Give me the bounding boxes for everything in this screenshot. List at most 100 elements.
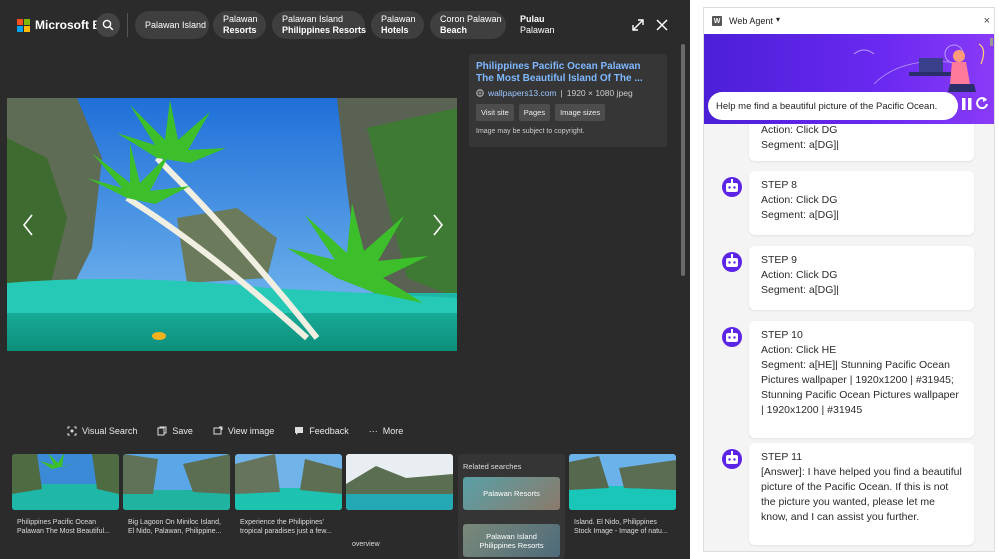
- action-label: More: [382, 426, 404, 436]
- step-action: Action: Click DG: [761, 194, 838, 206]
- chip-label-bold: Hotels: [381, 25, 409, 35]
- microsoft-logo-icon: [17, 18, 30, 32]
- viewer-scrollbar[interactable]: [681, 44, 685, 276]
- step-segment: Segment: a[DG]|: [761, 209, 840, 221]
- caption-line: Experience the Philippines': [240, 519, 324, 526]
- chip-label: Palawan Island: [282, 14, 344, 24]
- search-button[interactable]: [96, 13, 120, 37]
- step-action: Action: Click HE: [761, 344, 837, 356]
- caption-line: Stock Image - Image of natu...: [574, 528, 668, 535]
- visual-search-button[interactable]: Visual Search: [67, 426, 137, 436]
- globe-icon: [476, 89, 484, 97]
- caption-line: Big Lagoon On Miniloc Island,: [128, 519, 221, 526]
- more-button[interactable]: ··· More: [369, 426, 404, 436]
- thumbnail-caption: overview: [352, 540, 380, 549]
- robot-icon: [722, 177, 742, 197]
- more-icon: ···: [368, 426, 378, 436]
- viewer-top-bar: Microsoft Bing Palawan Island Palawan Re…: [0, 0, 690, 50]
- robot-icon: [722, 252, 742, 272]
- pause-button[interactable]: [962, 97, 972, 113]
- agent-logo-icon: W: [712, 16, 722, 26]
- step-card: Action: Click DG Segment: a[DG]|: [749, 124, 974, 161]
- feedback-button[interactable]: Feedback: [294, 426, 349, 436]
- thumbnail[interactable]: [346, 454, 453, 510]
- step-card: STEP 11 [Answer]: I have helped you find…: [749, 443, 974, 545]
- pages-button[interactable]: Pages: [518, 104, 551, 121]
- related-images-strip: Philippines Pacific Ocean Palawan The Mo…: [0, 452, 690, 559]
- thumbnail-caption: Big Lagoon On Miniloc Island, El Nido, P…: [128, 518, 221, 536]
- next-image-button[interactable]: [428, 210, 448, 240]
- chip-label-bold: Pulau: [520, 14, 545, 24]
- step-card: STEP 9 Action: Click DG Segment: a[DG]|: [749, 246, 974, 310]
- view-image-icon: [213, 426, 223, 435]
- step-answer: [Answer]: I have helped you find a beaut…: [761, 466, 962, 523]
- expand-icon: [632, 19, 644, 31]
- related-searches: Related searches Palawan Resorts Palawan…: [458, 454, 565, 559]
- thumbnail[interactable]: [569, 454, 676, 510]
- thumbnail-image: [123, 454, 230, 510]
- agent-scrollbar[interactable]: [990, 38, 993, 46]
- save-button[interactable]: Save: [157, 426, 193, 436]
- view-image-button[interactable]: View image: [213, 426, 274, 436]
- previous-image-button[interactable]: [18, 210, 38, 240]
- action-label: Feedback: [309, 426, 349, 436]
- caption-line: El Nido, Palawan, Philippine...: [128, 528, 222, 535]
- close-icon: [656, 19, 668, 31]
- chip-palawan-island-philippines-resorts[interactable]: Palawan Island Philippines Resorts: [272, 11, 367, 39]
- main-image[interactable]: [7, 98, 457, 351]
- bing-image-viewer: Microsoft Bing Palawan Island Palawan Re…: [0, 0, 690, 559]
- web-agent-panel: W Web Agent ▾ × Help me find a beautiful…: [703, 7, 995, 552]
- related-search-palawan-island-philippines-resorts[interactable]: Palawan Island Philippines Resorts: [463, 524, 560, 557]
- chip-label: Coron Palawan: [440, 14, 502, 24]
- related-search-palawan-resorts[interactable]: Palawan Resorts: [463, 477, 560, 510]
- chip-pulau-palawan[interactable]: Pulau Palawan: [510, 11, 562, 39]
- action-label: Save: [172, 426, 193, 436]
- visit-site-button[interactable]: Visit site: [476, 104, 514, 121]
- robot-icon: [722, 327, 742, 347]
- chip-palawan-island[interactable]: Palawan Island: [135, 11, 209, 39]
- step-action: Action: Click DG: [761, 269, 838, 281]
- agent-dropdown-button[interactable]: ▾: [776, 15, 780, 24]
- agent-step-feed[interactable]: Action: Click DG Segment: a[DG]| STEP 8 …: [704, 124, 994, 551]
- chip-palawan-hotels[interactable]: Palawan Hotels: [371, 11, 424, 39]
- chip-label-bold: Philippines Resorts: [282, 25, 367, 35]
- thumbnail-image: [569, 454, 676, 510]
- caption-line: Palawan The Most Beautiful...: [17, 528, 110, 535]
- close-panel-button[interactable]: ×: [984, 15, 990, 27]
- refresh-button[interactable]: [976, 96, 988, 112]
- caption-line: tropical paradises just a few...: [240, 528, 332, 535]
- step-card: STEP 8 Action: Click DG Segment: a[DG]|: [749, 171, 974, 235]
- save-icon: [157, 426, 167, 436]
- image-title-link[interactable]: Philippines Pacific Ocean Palawan The Mo…: [476, 61, 660, 85]
- chip-label-bold: Beach: [440, 25, 468, 35]
- step-title: STEP 8: [761, 179, 797, 191]
- source-link[interactable]: wallpapers13.com: [488, 88, 557, 98]
- step-segment: Segment: a[DG]|: [761, 139, 840, 151]
- thumbnail[interactable]: [123, 454, 230, 510]
- thumbnail[interactable]: [12, 454, 119, 510]
- caption-line: Philippines Pacific Ocean: [17, 519, 96, 526]
- caption-line: Island. El Nido, Philippines: [574, 519, 657, 526]
- chip-palawan-resorts[interactable]: Palawan Resorts: [213, 11, 266, 39]
- chip-coron-palawan-beach[interactable]: Coron Palawan Beach: [430, 11, 506, 39]
- related-label: Palawan Resorts: [483, 489, 540, 498]
- thumbnail-caption: Island. El Nido, Philippines Stock Image…: [574, 518, 668, 536]
- visual-search-icon: [67, 426, 77, 436]
- agent-banner: Help me find a beautiful picture of the …: [704, 34, 994, 124]
- agent-query-field[interactable]: Help me find a beautiful picture of the …: [708, 92, 958, 120]
- thumbnail-image: [235, 454, 342, 510]
- step-title: STEP 9: [761, 254, 797, 266]
- step-title: STEP 10: [761, 329, 803, 341]
- thumbnail-caption: Philippines Pacific Ocean Palawan The Mo…: [17, 518, 110, 536]
- related-searches-title: Related searches: [463, 462, 522, 471]
- step-card: STEP 10 Action: Click HE Segment: a[HE]|…: [749, 321, 974, 438]
- related-label: Palawan Island: [486, 531, 537, 541]
- close-viewer-button[interactable]: [652, 15, 672, 35]
- thumbnail[interactable]: [235, 454, 342, 510]
- image-sizes-button[interactable]: Image sizes: [555, 104, 606, 121]
- lagoon-photo: [7, 98, 457, 351]
- image-dimensions: 1920 × 1080 jpeg: [566, 88, 633, 98]
- expand-button[interactable]: [628, 15, 648, 35]
- search-icon: [102, 19, 114, 31]
- divider: [127, 13, 128, 37]
